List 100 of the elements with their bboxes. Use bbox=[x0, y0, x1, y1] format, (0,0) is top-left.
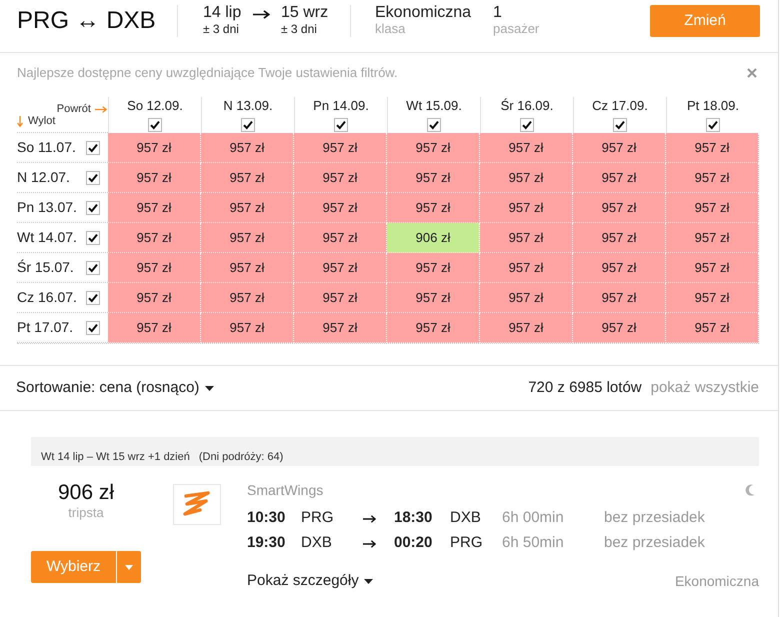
price-cell[interactable]: 957 zł bbox=[387, 193, 480, 223]
price-cell[interactable]: 957 zł bbox=[666, 313, 759, 343]
price-cell[interactable]: 957 zł bbox=[387, 313, 480, 343]
price-label: 906 zł bbox=[58, 481, 114, 505]
price-cell[interactable]: 906 zł bbox=[387, 223, 480, 253]
price-cell[interactable]: 957 zł bbox=[387, 133, 480, 163]
airline-name: SmartWings bbox=[247, 480, 324, 500]
checkbox[interactable] bbox=[86, 230, 100, 244]
airport-code: DXB bbox=[301, 533, 333, 554]
price-cell[interactable]: 957 zł bbox=[666, 253, 759, 283]
departure-time: 10:30 bbox=[247, 508, 286, 528]
price-cell[interactable]: 957 zł bbox=[108, 253, 201, 283]
caret-down-icon bbox=[205, 386, 214, 390]
checkbox[interactable] bbox=[86, 290, 100, 304]
price-cell[interactable]: 957 zł bbox=[108, 133, 201, 163]
return-date-label: Wt 15.09. bbox=[406, 99, 462, 113]
price-cell[interactable]: 957 zł bbox=[201, 193, 294, 223]
price-cell[interactable]: 957 zł bbox=[666, 223, 759, 253]
arrow-right-icon bbox=[363, 514, 376, 522]
departure-date-label: Śr 15.07. bbox=[17, 258, 74, 277]
price-cell[interactable]: 957 zł bbox=[294, 223, 387, 253]
checkbox[interactable] bbox=[86, 320, 100, 334]
price-cell[interactable]: 957 zł bbox=[480, 283, 573, 313]
sort-dropdown[interactable]: Sortowanie: cena (rosnąco) bbox=[16, 376, 214, 400]
checkbox[interactable] bbox=[86, 140, 100, 154]
price-cell[interactable]: 957 zł bbox=[666, 283, 759, 313]
date-flex: ± 3 dni bbox=[281, 21, 318, 37]
departure-date-label: N 12.07. bbox=[17, 168, 70, 187]
departure-date-label: Pn 13.07. bbox=[17, 198, 77, 217]
show-details-link[interactable]: Pokaż szczegóły bbox=[247, 570, 373, 592]
price-cell[interactable]: 957 zł bbox=[294, 193, 387, 223]
price-cell[interactable]: 957 zł bbox=[108, 313, 201, 343]
checkbox[interactable] bbox=[613, 118, 627, 132]
price-cell[interactable]: 957 zł bbox=[294, 313, 387, 343]
price-cell[interactable]: 957 zł bbox=[573, 223, 666, 253]
airport-code: DXB bbox=[450, 508, 482, 528]
return-date-label: Śr 16.09. bbox=[500, 99, 554, 113]
price-cell[interactable]: 957 zł bbox=[573, 133, 666, 163]
price-cell[interactable]: 957 zł bbox=[294, 253, 387, 283]
price-cell[interactable]: 957 zł bbox=[573, 283, 666, 313]
price-cell[interactable]: 957 zł bbox=[666, 133, 759, 163]
checkbox[interactable] bbox=[86, 170, 100, 184]
price-cell[interactable]: 957 zł bbox=[108, 283, 201, 313]
checkbox[interactable] bbox=[520, 118, 534, 132]
checkbox[interactable] bbox=[334, 118, 348, 132]
checkbox[interactable] bbox=[706, 118, 720, 132]
price-cell[interactable]: 957 zł bbox=[108, 223, 201, 253]
close-icon[interactable] bbox=[747, 68, 757, 78]
price-cell[interactable]: 957 zł bbox=[573, 163, 666, 193]
cabin-class: Ekonomiczna bbox=[674, 572, 759, 590]
price-cell[interactable]: 957 zł bbox=[480, 133, 573, 163]
price-cell[interactable]: 957 zł bbox=[573, 193, 666, 223]
checkbox[interactable] bbox=[86, 260, 100, 274]
zigzag-logo-icon bbox=[173, 484, 221, 525]
notice-text: Najlepsze dostępne ceny uwzględniające Twoje ustawienia filtrów. bbox=[17, 65, 398, 80]
price-cell[interactable]: 957 zł bbox=[387, 283, 480, 313]
departure-date-label: Pt 17.07. bbox=[17, 318, 74, 337]
price-cell[interactable]: 957 zł bbox=[294, 283, 387, 313]
date-value: 15 wrz bbox=[281, 5, 330, 21]
checkbox[interactable] bbox=[241, 118, 255, 132]
price-cell[interactable]: 957 zł bbox=[108, 193, 201, 223]
return-date-label: N 13.09. bbox=[223, 99, 273, 113]
price-cell[interactable]: 957 zł bbox=[201, 133, 294, 163]
departure-date-label: Wt 14.07. bbox=[17, 228, 77, 247]
price-cell[interactable]: 957 zł bbox=[573, 253, 666, 283]
checkbox[interactable] bbox=[86, 200, 100, 214]
return-date-label: Cz 17.09. bbox=[592, 99, 648, 113]
checkbox[interactable] bbox=[148, 118, 162, 132]
departure-date-label: So 11.07. bbox=[17, 138, 76, 157]
passenger-count: 1 bbox=[493, 5, 503, 21]
price-cell[interactable]: 957 zł bbox=[480, 253, 573, 283]
price-cell[interactable]: 957 zł bbox=[294, 163, 387, 193]
price-cell[interactable]: 957 zł bbox=[480, 223, 573, 253]
route-title: PRG ↔ DXB bbox=[17, 6, 157, 36]
price-cell[interactable]: 957 zł bbox=[294, 133, 387, 163]
price-cell[interactable]: 957 zł bbox=[666, 193, 759, 223]
passenger-label: pasażer bbox=[493, 21, 540, 37]
arrow-down-icon bbox=[17, 116, 23, 126]
provider-label: tripsta bbox=[68, 505, 104, 521]
flight-duration: 6h 50min bbox=[502, 533, 565, 554]
price-cell[interactable]: 957 zł bbox=[108, 163, 201, 193]
checkbox[interactable] bbox=[427, 118, 441, 132]
price-cell[interactable]: 957 zł bbox=[480, 163, 573, 193]
airport-code: PRG bbox=[450, 533, 484, 554]
price-cell[interactable]: 957 zł bbox=[480, 193, 573, 223]
price-cell[interactable]: 957 zł bbox=[201, 223, 294, 253]
price-cell[interactable]: 957 zł bbox=[666, 163, 759, 193]
arrival-time: 18:30 bbox=[394, 508, 434, 528]
cabin-value: Ekonomiczna bbox=[375, 5, 472, 21]
stops-label: bez przesiadek bbox=[604, 508, 706, 528]
price-cell[interactable]: 957 zł bbox=[201, 283, 294, 313]
price-cell[interactable]: 957 zł bbox=[573, 313, 666, 343]
date-flex: ± 3 dni bbox=[203, 21, 240, 37]
price-cell[interactable]: 957 zł bbox=[387, 163, 480, 193]
price-cell[interactable]: 957 zł bbox=[387, 253, 480, 283]
price-cell[interactable]: 957 zł bbox=[201, 163, 294, 193]
price-cell[interactable]: 957 zł bbox=[480, 313, 573, 343]
price-cell[interactable]: 957 zł bbox=[201, 253, 294, 283]
results-count: 720 z 6985 lotów bbox=[528, 378, 642, 398]
price-cell[interactable]: 957 zł bbox=[201, 313, 294, 343]
